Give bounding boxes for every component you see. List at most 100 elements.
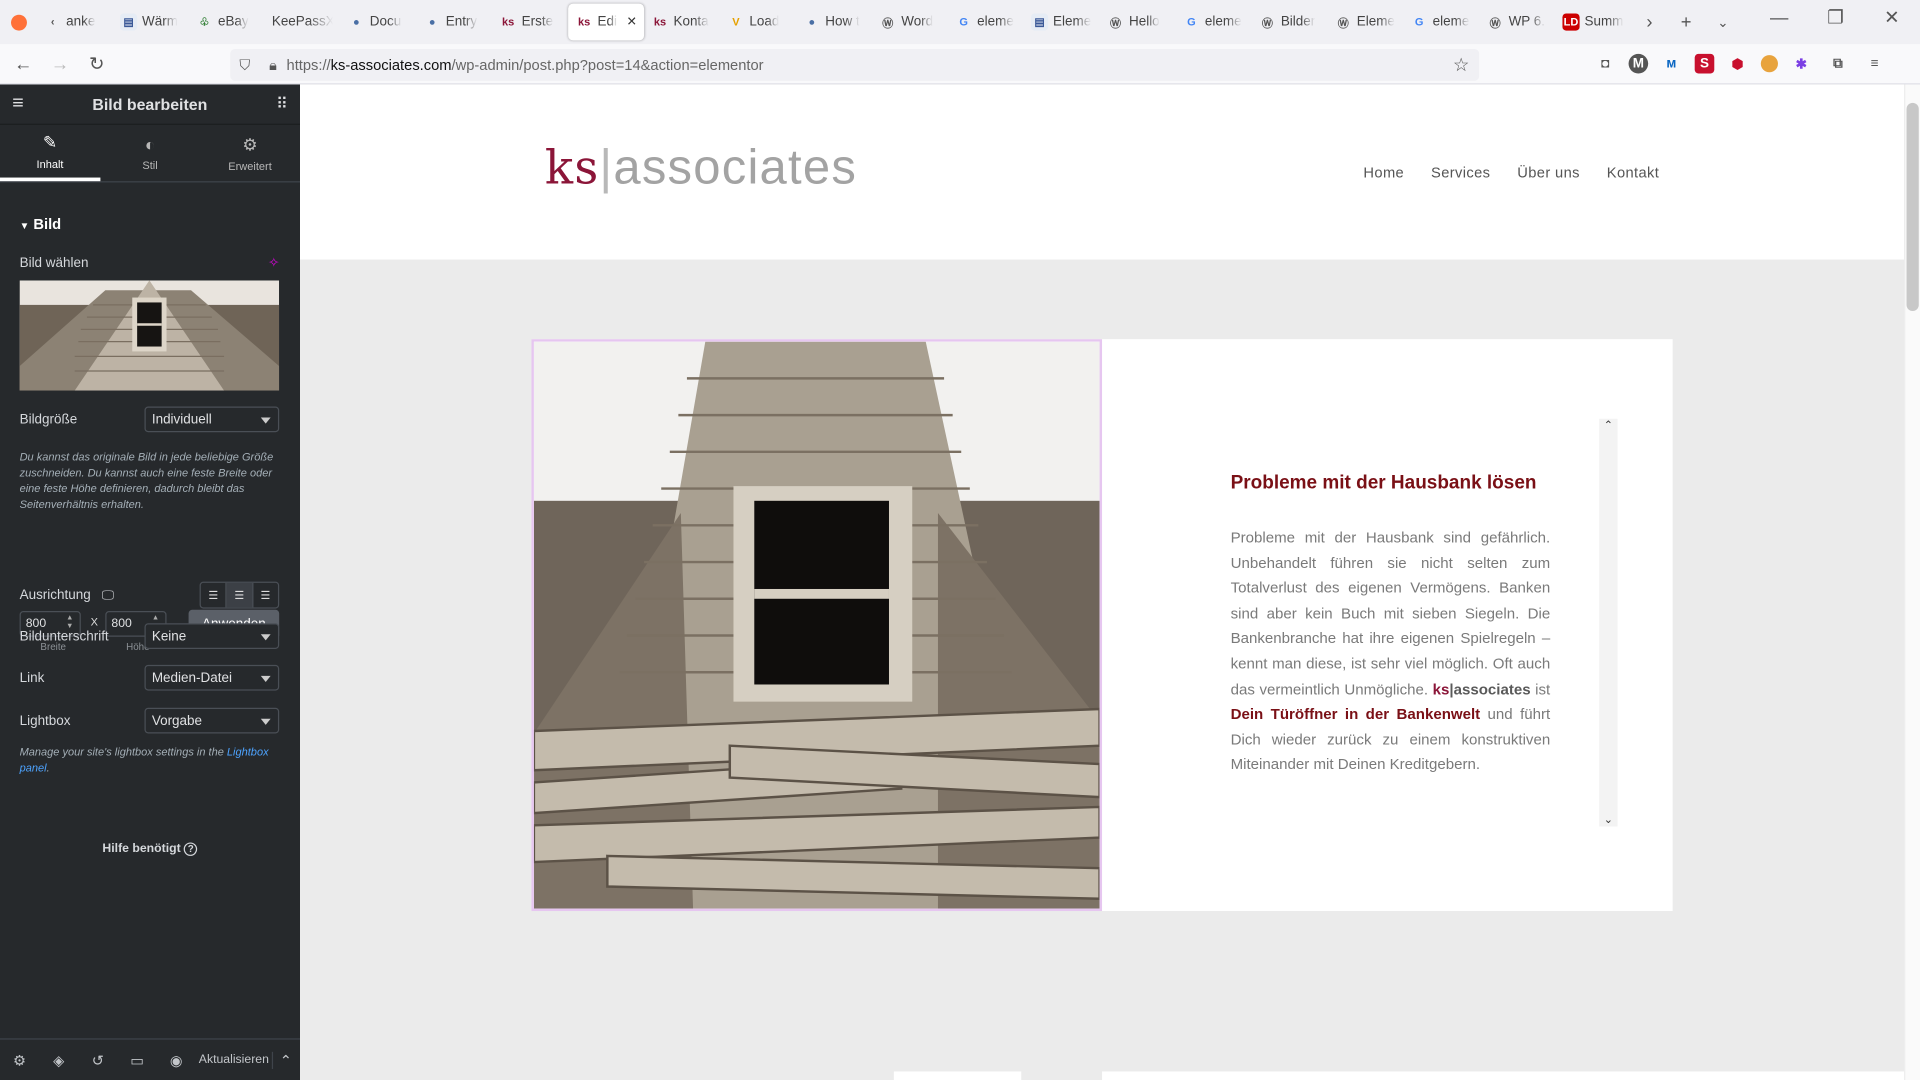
address-bar[interactable]: ⛉ 🔒︎ https://ks-associates.com/wp-admin/… (230, 48, 1480, 81)
browser-tab[interactable]: ks Konta (644, 4, 720, 41)
note-text: Manage your site's lightbox settings in … (19, 745, 227, 758)
browser-tab[interactable]: ‹ anke (37, 4, 113, 41)
url-path: /wp-admin/post.php?post=14&action=elemen… (451, 56, 764, 74)
browser-tab[interactable]: ● How t (796, 4, 872, 41)
tab-stil[interactable]: ◐ Stil (100, 125, 200, 181)
scroll-up-icon[interactable]: ⌃ (1599, 419, 1617, 432)
back-icon[interactable]: ← (5, 47, 42, 81)
panel-header: ≡ Bild bearbeiten ⠿ (0, 84, 301, 125)
section-toggle-bild[interactable]: ▼ Bild (20, 216, 62, 233)
shield-icon[interactable]: ⛉ (230, 56, 259, 74)
page-icon: ▤ (120, 13, 138, 31)
browser-tab[interactable]: Ⓦ Word (872, 4, 948, 41)
browser-tab[interactable]: ▤ Eleme (1024, 4, 1100, 41)
tab-label: Erweitert (228, 159, 272, 173)
page-scrollbar[interactable] (1904, 84, 1920, 1080)
m-blue-extension-icon[interactable]: ᴍ (1658, 50, 1685, 77)
s-extension-icon[interactable]: S (1694, 53, 1715, 74)
scroll-tabs-right-icon[interactable]: › (1631, 5, 1668, 39)
align-center-icon[interactable]: ☰ (226, 582, 254, 608)
tab-label: Edi (597, 14, 618, 30)
m-extension-icon[interactable]: M (1628, 53, 1649, 74)
browser-tab[interactable]: Ⓦ Hello (1100, 4, 1176, 41)
navigator-layers-icon[interactable]: ◈ (39, 1051, 78, 1068)
tab-label: eleme (1204, 14, 1242, 30)
browser-tab[interactable]: ● Docu (340, 4, 416, 41)
orange-extension-icon[interactable] (1760, 55, 1778, 73)
choose-image-label: Bild wählen (19, 255, 89, 271)
menu-item-kontakt[interactable]: Kontakt (1607, 164, 1659, 181)
browser-tab[interactable]: Geleme (1403, 4, 1479, 41)
image-preview[interactable] (19, 280, 280, 391)
minimize-icon[interactable]: — (1751, 0, 1807, 34)
align-left-icon[interactable]: ☰ (201, 582, 227, 608)
tab-close-icon[interactable]: ✕ (626, 15, 636, 28)
browser-tab[interactable]: Ⓦ Bilder (1251, 4, 1327, 41)
menu-item-services[interactable]: Services (1431, 164, 1490, 181)
site-logo[interactable]: ks|associates (545, 141, 857, 196)
browser-tab[interactable]: ▤ Wärm (113, 4, 189, 41)
tab-label: eleme (1432, 14, 1470, 30)
link-select[interactable]: Medien-Datei (144, 664, 280, 691)
browser-tab[interactable]: Ⓦ Eleme (1327, 4, 1403, 41)
browser-tab[interactable]: LD Summ (1555, 4, 1631, 41)
purple-extension-icon[interactable]: ✱ (1788, 50, 1815, 77)
reload-icon[interactable]: ↻ (78, 47, 115, 81)
hamburger-menu-icon[interactable]: ≡ (12, 93, 23, 115)
help-link[interactable]: Hilfe benötigt ? (0, 842, 300, 856)
extensions-puzzle-icon[interactable]: ⧉ (1824, 50, 1851, 77)
menu-item-ueber-uns[interactable]: Über uns (1517, 164, 1580, 181)
browser-tab[interactable]: ks Edi ✕ (568, 3, 645, 41)
bookmark-star-icon[interactable]: ☆ (1453, 54, 1469, 76)
close-icon[interactable]: ✕ (1864, 0, 1920, 34)
history-icon[interactable]: ↺ (78, 1051, 117, 1068)
chevron-up-icon[interactable]: ⌃ (271, 1051, 299, 1069)
brand-associates: |associates (1449, 680, 1531, 698)
tab-list-icon[interactable]: ⌄ (1704, 5, 1741, 39)
responsive-mode-icon[interactable]: ▭ (118, 1051, 157, 1068)
lock-icon[interactable]: 🔒︎ (260, 56, 287, 74)
image-size-select[interactable]: Individuell (144, 406, 280, 433)
panel-footer: ⚙ ◈ ↺ ▭ ◉ Aktualisieren ⌃ (0, 1038, 301, 1080)
tab-erweitert[interactable]: ⚙ Erweitert (200, 125, 300, 181)
question-icon: ? (184, 842, 198, 856)
align-right-icon[interactable]: ☰ (253, 583, 278, 607)
ublock-icon[interactable]: ⬢ (1724, 50, 1751, 77)
alignment-label: Ausrichtung 🖵︎ (20, 588, 114, 603)
ai-sparkle-icon[interactable]: ✧ (268, 255, 279, 271)
update-button[interactable]: Aktualisieren (196, 1053, 272, 1066)
image-size-note: Du kannst das originale Bild in jede bel… (19, 450, 274, 511)
scrollbar-thumb[interactable] (1906, 102, 1919, 312)
browser-tab[interactable]: V Load (720, 4, 796, 41)
lightbox-select[interactable]: Vorgabe (144, 707, 280, 734)
firefox-icon[interactable] (0, 4, 37, 41)
tab-label: Eleme (1053, 14, 1092, 30)
browser-tab[interactable]: Ⓦ WP 6. (1479, 4, 1555, 41)
new-tab-button[interactable]: + (1668, 5, 1705, 39)
tab-inhalt[interactable]: ✎ Inhalt (0, 125, 101, 182)
site-preview: ks|associates Home Services Über uns Kon… (300, 84, 1905, 1080)
pocket-icon[interactable]: ◘ (1592, 50, 1619, 77)
dot-icon: ● (352, 15, 360, 29)
tab-label: Bilder (1280, 14, 1316, 30)
forward-icon[interactable]: → (42, 47, 79, 81)
caption-select[interactable]: Keine (144, 623, 280, 649)
preview-eye-icon[interactable]: ◉ (157, 1051, 196, 1068)
text-scroll-area[interactable]: ⌃ ⌄ (1599, 418, 1618, 827)
browser-tab[interactable]: Geleme (948, 4, 1024, 41)
menu-item-home[interactable]: Home (1363, 164, 1404, 181)
image-widget[interactable] (531, 339, 1103, 912)
desktop-icon[interactable]: 🖵︎ (102, 589, 114, 602)
browser-tab[interactable]: ks Erste (492, 4, 568, 41)
tab-label: anke (66, 14, 96, 30)
widgets-grid-icon[interactable]: ⠿ (276, 94, 288, 114)
browser-tab[interactable]: ♧ eBay (189, 4, 265, 41)
browser-tab[interactable]: KeePassXC (264, 4, 340, 41)
browser-tab[interactable]: Geleme (1176, 4, 1252, 41)
restore-icon[interactable]: ❐ (1807, 0, 1863, 34)
menu-hamburger-icon[interactable]: ≡ (1861, 50, 1888, 77)
dot-icon: ● (428, 15, 436, 29)
scroll-down-icon[interactable]: ⌄ (1599, 813, 1617, 826)
settings-gear-icon[interactable]: ⚙ (0, 1051, 39, 1068)
browser-tab[interactable]: ● Entry (416, 4, 492, 41)
